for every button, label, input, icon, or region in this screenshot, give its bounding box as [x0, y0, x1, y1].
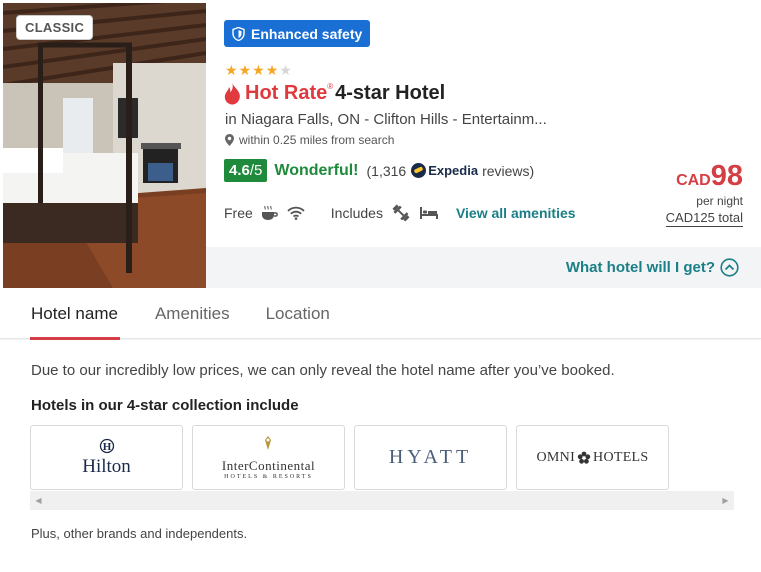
star-rating: ★ ★ ★ ★ ★ [225, 63, 292, 77]
coffee-icon [261, 205, 279, 221]
view-all-amenities-link[interactable]: View all amenities [456, 205, 576, 221]
tab-amenities[interactable]: Amenities [155, 288, 230, 339]
classic-badge: CLASSIC [16, 15, 94, 40]
star-icon: ★ [238, 62, 252, 78]
brand-carousel-scrollbar[interactable]: ◀ ▶ [30, 491, 734, 510]
hilton-name: Hilton [82, 456, 131, 477]
wifi-icon [287, 206, 305, 220]
intercontinental-name: InterContinental [221, 458, 316, 473]
omni-flower-icon [577, 451, 591, 465]
booking-notice: Due to our incredibly low prices, we can… [31, 362, 615, 379]
brand-card-omni: OMNI HOTELS [516, 425, 669, 490]
nightly-price: CAD 98 [666, 160, 743, 192]
rating-label: Wonderful! [274, 161, 359, 179]
omni-logo: OMNI HOTELS [537, 450, 649, 466]
price-block: CAD 98 per night CAD125 total [665, 160, 743, 227]
hilton-logo: H Hilton [82, 438, 131, 477]
bed-icon [419, 206, 439, 220]
amenities-row: Free Includes View all amenities [224, 204, 576, 222]
distance-info: within 0.25 miles from search [225, 133, 394, 147]
star-empty-icon: ★ [279, 62, 292, 78]
hotel-class-label: 4-star Hotel [335, 82, 446, 104]
hotel-card: CLASSIC Enhanced safety ★ ★ ★ ★ ★ Hot Ra… [0, 0, 761, 572]
free-label: Free [224, 205, 253, 221]
flame-icon [224, 82, 241, 105]
star-icon: ★ [252, 62, 265, 78]
enhanced-safety-label: Enhanced safety [251, 25, 363, 42]
rating-score-badge: 4.6/5 [224, 159, 268, 182]
distance-label: within 0.25 miles from search [239, 133, 395, 147]
registered-mark: ® [327, 82, 334, 91]
chevron-up-circle-icon [720, 258, 739, 277]
hyatt-logo: HYATT [388, 446, 473, 468]
hotel-location: in Niagara Falls, ON - Clifton Hills - E… [225, 111, 547, 128]
includes-label: Includes [330, 205, 383, 221]
guest-rating: 4.6/5 Wonderful! (1,316 Expedia reviews) [224, 159, 534, 182]
review-count-suffix: reviews) [482, 162, 535, 179]
hilton-mark: H [96, 438, 118, 457]
expedia-globe-icon [411, 163, 427, 178]
enhanced-safety-badge[interactable]: Enhanced safety [224, 20, 371, 47]
total-price[interactable]: CAD125 total [665, 210, 743, 227]
shield-icon [232, 26, 245, 41]
details-tabs: Hotel name Amenities Location [0, 288, 761, 340]
omni-name-left: OMNI [536, 449, 576, 465]
review-count: (1,316 Expedia reviews) [367, 163, 535, 179]
brand-card-intercontinental: InterContinental HOTELS & RESORTS [192, 425, 345, 490]
intercontinental-sub: HOTELS & RESORTS [224, 474, 313, 480]
hotel-photo[interactable] [3, 3, 206, 288]
what-hotel-toggle[interactable]: What hotel will I get? [206, 247, 761, 288]
hot-rate-label: Hot Rate [245, 82, 328, 104]
hotel-name-panel: Due to our incredibly low prices, we can… [0, 340, 761, 572]
intercontinental-logo: InterContinental HOTELS & RESORTS [222, 435, 315, 480]
fitness-icon [391, 204, 411, 222]
price-amount: 98 [710, 160, 743, 192]
expedia-label: Expedia [428, 163, 479, 178]
brand-card-hilton: H Hilton [30, 425, 183, 490]
hotel-title: Hot Rate ® 4-star Hotel [224, 82, 445, 105]
tab-location[interactable]: Location [266, 288, 330, 339]
map-pin-icon [225, 134, 234, 146]
what-hotel-label: What hotel will I get? [565, 259, 715, 276]
tab-hotel-name[interactable]: Hotel name [30, 288, 120, 340]
per-night-label: per night [696, 194, 743, 208]
other-brands-note: Plus, other brands and independents. [31, 526, 248, 541]
price-currency: CAD [676, 172, 711, 189]
collection-heading: Hotels in our 4-star collection include [31, 397, 299, 414]
hilton-mark-letter: H [102, 441, 111, 453]
review-count-prefix: (1,316 [366, 162, 407, 179]
omni-name-right: HOTELS [593, 449, 649, 465]
star-icon: ★ [265, 62, 279, 78]
star-icon: ★ [225, 62, 238, 78]
brand-carousel: H Hilton InterContinental HOTELS & RESOR… [30, 425, 734, 491]
brand-card-hyatt: HYATT [354, 425, 507, 490]
rating-denominator: /5 [249, 162, 263, 179]
hotel-summary: CLASSIC Enhanced safety ★ ★ ★ ★ ★ Hot Ra… [0, 0, 761, 288]
scroll-left-arrow-icon[interactable]: ◀ [30, 491, 47, 510]
expedia-logo: Expedia [411, 163, 478, 178]
scroll-right-arrow-icon[interactable]: ▶ [717, 491, 734, 510]
intercontinental-mark-icon [262, 435, 274, 456]
rating-score: 4.6 [229, 162, 250, 179]
